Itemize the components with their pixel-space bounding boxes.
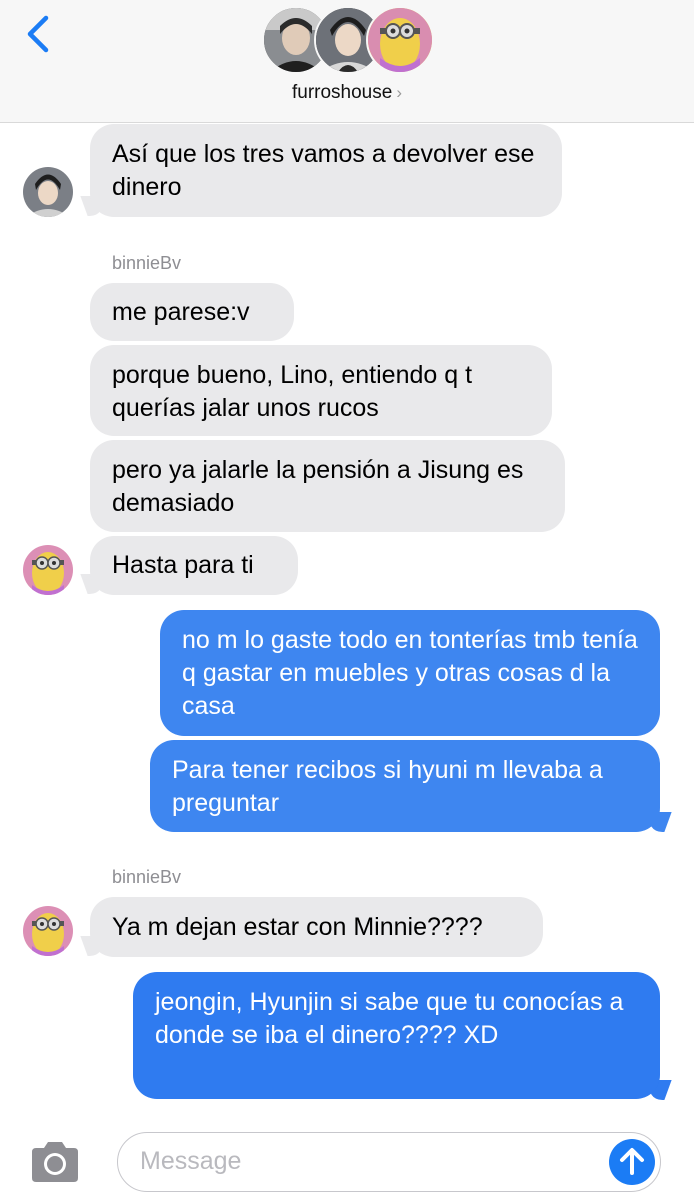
group-name[interactable]: furroshouse › [0,82,694,104]
incoming-message[interactable]: Hasta para ti [90,536,298,595]
group-avatars[interactable] [262,6,434,76]
send-arrow-icon[interactable] [609,1139,655,1185]
outgoing-message[interactable]: jeongin, Hyunjin si sabe que tu conocías… [133,972,660,1099]
outgoing-message[interactable]: no m lo gaste todo en tonterías tmb tení… [160,610,660,736]
sender-name: binnieBv [112,867,182,887]
chevron-right-icon: › [396,83,402,102]
incoming-message[interactable]: porque bueno, Lino, entiendo q t querías… [90,345,552,436]
incoming-message[interactable]: me parese:v [90,283,294,341]
back-chevron-icon[interactable] [22,14,58,54]
outgoing-message[interactable]: Para tener recibos si hyuni m llevaba a … [150,740,660,832]
camera-icon[interactable] [28,1140,82,1184]
incoming-message[interactable]: Así que los tres vamos a devolver ese di… [90,124,562,217]
group-name-label: furroshouse [291,82,393,103]
conversation-header: furroshouse › [0,0,694,123]
incoming-message[interactable]: Ya m dejan estar con Minnie???? [90,897,543,957]
sender-name: binnieBv [112,253,182,273]
message-placeholder: Message [140,1147,242,1175]
sender-avatar [23,906,73,956]
incoming-message[interactable]: pero ya jalarle la pensión a Jisung es d… [90,440,565,532]
message-input[interactable]: Message [117,1132,661,1192]
sender-avatar [23,545,73,595]
sender-avatar [23,167,73,217]
member-avatar-3 [366,6,434,74]
